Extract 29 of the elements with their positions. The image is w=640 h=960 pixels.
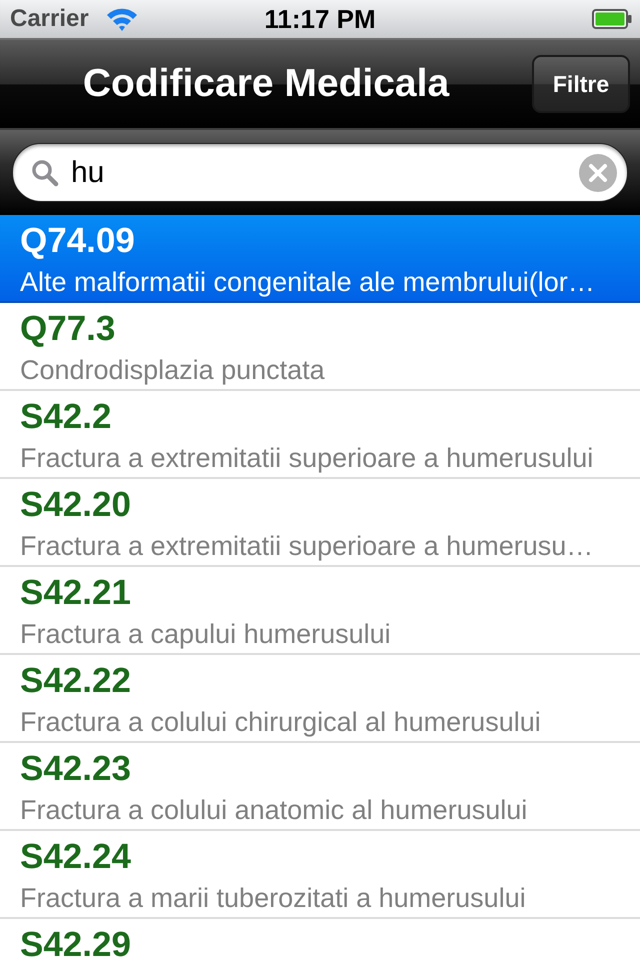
result-code: S42.29: [20, 925, 132, 960]
status-time: 11:17 PM: [263, 4, 377, 34]
result-description: Fractura a colului anatomic al humerusului: [20, 794, 528, 827]
battery-icon: [592, 9, 632, 29]
search-icon: [31, 158, 59, 186]
close-icon: [579, 154, 617, 192]
search-field[interactable]: hu: [12, 143, 628, 202]
clear-button[interactable]: [579, 154, 617, 192]
search-text: hu: [71, 156, 104, 190]
result-code: S42.24: [20, 837, 132, 877]
result-code: S42.23: [20, 749, 132, 789]
result-description: Fractura a colului chirurgical al humerusului: [20, 706, 542, 739]
result-code: Q77.3: [20, 309, 116, 349]
result-description: Condrodisplazia punctata: [20, 354, 326, 387]
result-code: S42.22: [20, 661, 132, 701]
nav-title: Codificare Medicala: [82, 62, 450, 106]
result-description: Alte malformatii congenitale ale membrului(lor…: [20, 266, 596, 299]
result-description: Fractura a marii tuberozitati a humerusului: [20, 882, 527, 915]
result-code: Q74.09: [20, 221, 136, 261]
result-code: S42.20: [20, 485, 132, 525]
carrier-label: Carrier: [10, 5, 89, 33]
result-code: S42.2: [20, 397, 112, 437]
result-row[interactable]: Q74.09 Alte malformatii congenitale ale membrului(lor…: [0, 215, 640, 303]
wifi-icon: [104, 6, 139, 32]
result-description: Fractura a extremitatii superioare a humerusu…: [20, 530, 594, 563]
result-description: Fractura a extremitatii superioare a humerusului: [20, 442, 594, 475]
filter-button[interactable]: Filtre: [532, 55, 630, 113]
result-description: Fractura a capului humerusului: [20, 618, 392, 651]
result-code: S42.21: [20, 573, 132, 613]
